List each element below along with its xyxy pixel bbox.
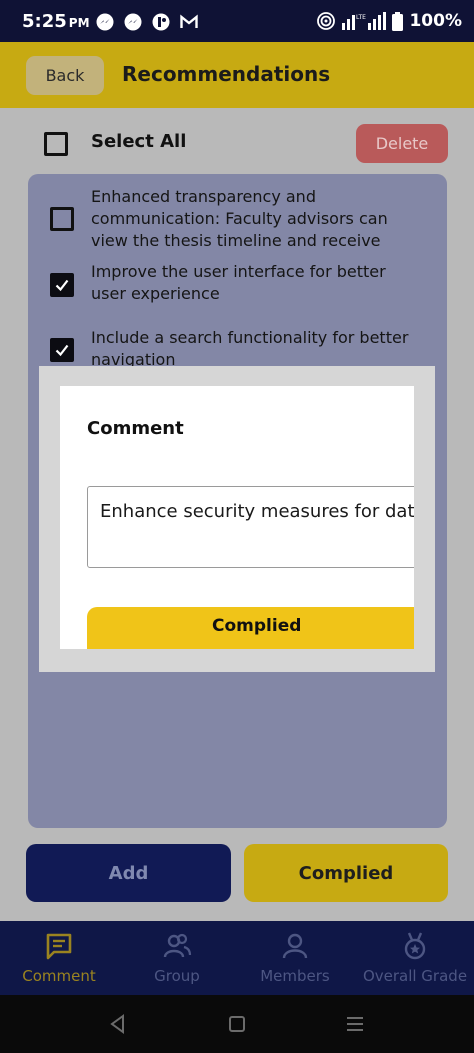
- svg-text:LTE: LTE: [356, 14, 366, 21]
- messenger-icon: [124, 13, 142, 31]
- nav-item-comment[interactable]: Comment: [0, 921, 118, 995]
- medal-icon: [404, 932, 426, 960]
- dialog-complied-button[interactable]: Complied: [87, 607, 414, 649]
- system-nav-bar: [0, 995, 474, 1053]
- status-time-ampm: PM: [68, 16, 90, 30]
- checkmark-icon: [55, 279, 69, 292]
- status-notifications: [96, 13, 198, 31]
- nav-label: Members: [260, 967, 330, 985]
- recommendation-checkbox[interactable]: [50, 273, 74, 297]
- battery-icon: [392, 11, 404, 31]
- status-bar: 5:25 PM LTE 100%: [0, 0, 474, 42]
- back-triangle-icon[interactable]: [105, 1011, 131, 1037]
- select-all-checkbox[interactable]: [44, 132, 68, 156]
- recommendation-checkbox[interactable]: [50, 207, 74, 231]
- nav-label: Comment: [22, 967, 96, 985]
- add-button[interactable]: Add: [26, 844, 231, 902]
- signal-icon: LTE: [342, 12, 387, 30]
- nav-item-group[interactable]: Group: [118, 921, 236, 995]
- hotspot-icon: [317, 12, 336, 30]
- battery-percent: 100%: [409, 11, 462, 31]
- back-button[interactable]: Back: [26, 56, 104, 95]
- gmail-icon: [180, 14, 198, 28]
- recommendation-checkbox[interactable]: [50, 338, 74, 362]
- nav-item-overall-grade[interactable]: Overall Grade: [356, 921, 474, 995]
- app-icon: [152, 13, 170, 31]
- group-icon: [163, 933, 192, 958]
- complied-button[interactable]: Complied: [244, 844, 448, 902]
- nav-label: Overall Grade: [362, 967, 468, 985]
- recommendation-text: Improve the user interface for better us…: [91, 262, 386, 303]
- checkmark-icon: [55, 344, 69, 357]
- bottom-nav: Comment Group Members Overall Grade: [0, 921, 474, 995]
- dialog-title: Comment: [87, 418, 184, 439]
- home-square-icon[interactable]: [224, 1011, 250, 1037]
- status-right: LTE 100%: [316, 11, 462, 31]
- comment-icon: [46, 933, 72, 960]
- comment-dialog: Comment Enhance security measures for da…: [60, 386, 414, 649]
- recommendation-text: Include a search functionality for bette…: [91, 328, 409, 369]
- delete-button[interactable]: Delete: [356, 124, 448, 163]
- status-time-value: 5:25: [22, 11, 67, 32]
- status-time: 5:25 PM: [22, 11, 90, 32]
- select-all-label[interactable]: Select All: [91, 131, 186, 152]
- app-header: Back Recommendations: [0, 42, 474, 108]
- recents-lines-icon[interactable]: [342, 1011, 368, 1037]
- recommendation-text: Enhanced transparency and communication:…: [91, 187, 388, 250]
- page-title: Recommendations: [122, 62, 331, 86]
- person-icon: [282, 933, 308, 959]
- nav-label: Group: [154, 967, 200, 985]
- comment-input[interactable]: Enhance security measures for data: [87, 486, 414, 568]
- nav-item-members[interactable]: Members: [236, 921, 354, 995]
- messenger-icon: [96, 13, 114, 31]
